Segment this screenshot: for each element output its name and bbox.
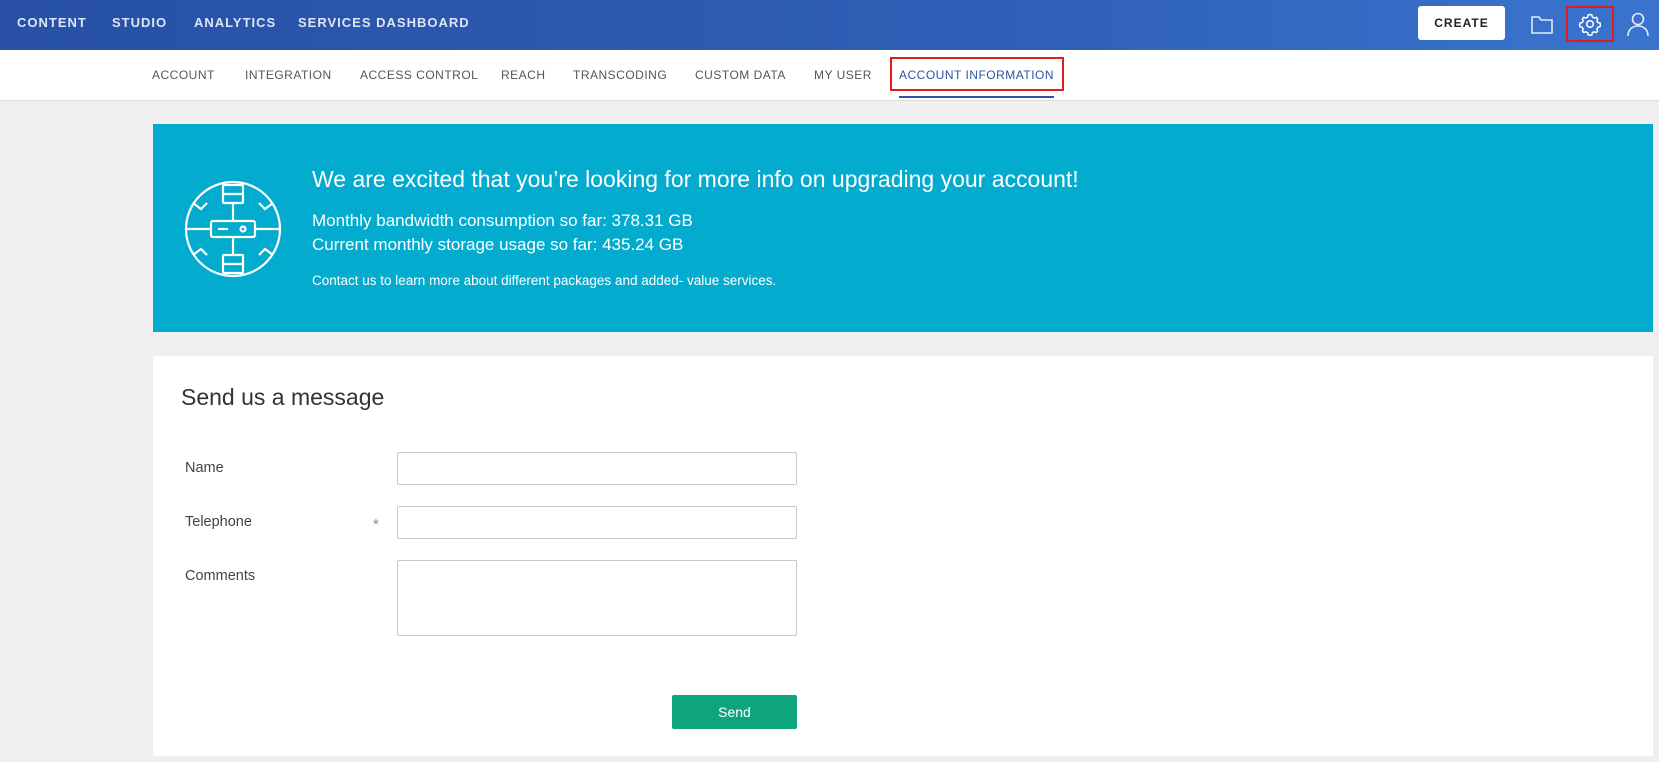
required-asterisk: *: [373, 516, 379, 533]
send-button[interactable]: Send: [672, 695, 797, 729]
comments-label: Comments: [185, 568, 256, 584]
nav-services-dashboard[interactable]: SERVICES DASHBOARD: [298, 15, 470, 30]
nav-studio[interactable]: STUDIO: [112, 15, 167, 30]
banner-title: We are excited that you’re looking for m…: [312, 166, 1079, 192]
tab-account[interactable]: ACCOUNT: [152, 68, 215, 82]
gear-highlight-box: [1566, 6, 1614, 42]
tab-reach[interactable]: REACH: [501, 68, 546, 82]
tab-access-control[interactable]: ACCESS CONTROL: [360, 68, 478, 82]
upgrade-info-banner: We are excited that you’re looking for m…: [153, 124, 1653, 332]
folder-icon[interactable]: [1527, 9, 1557, 39]
nav-content[interactable]: CONTENT: [17, 15, 87, 30]
telephone-field[interactable]: [397, 506, 797, 539]
message-form-card: Send us a message Name Telephone * Comme…: [153, 356, 1653, 756]
contact-note: Contact us to learn more about different…: [312, 273, 777, 288]
telephone-label: Telephone: [185, 514, 252, 530]
tab-highlight-box: [890, 57, 1064, 91]
settings-subnav: ACCOUNT INTEGRATION ACCESS CONTROL REACH…: [0, 50, 1659, 101]
create-button[interactable]: CREATE: [1418, 6, 1505, 40]
form-title: Send us a message: [181, 384, 385, 410]
storage-usage: Current monthly storage usage so far: 43…: [312, 235, 684, 254]
name-label: Name: [185, 460, 224, 476]
user-icon[interactable]: [1623, 9, 1653, 39]
tab-integration[interactable]: INTEGRATION: [245, 68, 332, 82]
active-tab-underline: [899, 96, 1054, 98]
nav-analytics[interactable]: ANALYTICS: [194, 15, 276, 30]
tab-custom-data[interactable]: CUSTOM DATA: [695, 68, 786, 82]
top-navigation-bar: CONTENT STUDIO ANALYTICS SERVICES DASHBO…: [0, 0, 1659, 50]
bandwidth-usage: Monthly bandwidth consumption so far: 37…: [312, 211, 693, 230]
tab-transcoding[interactable]: TRANSCODING: [573, 68, 667, 82]
comments-field[interactable]: [397, 560, 797, 636]
name-field[interactable]: [397, 452, 797, 485]
tab-my-user[interactable]: MY USER: [814, 68, 872, 82]
server-network-icon: [184, 180, 282, 278]
